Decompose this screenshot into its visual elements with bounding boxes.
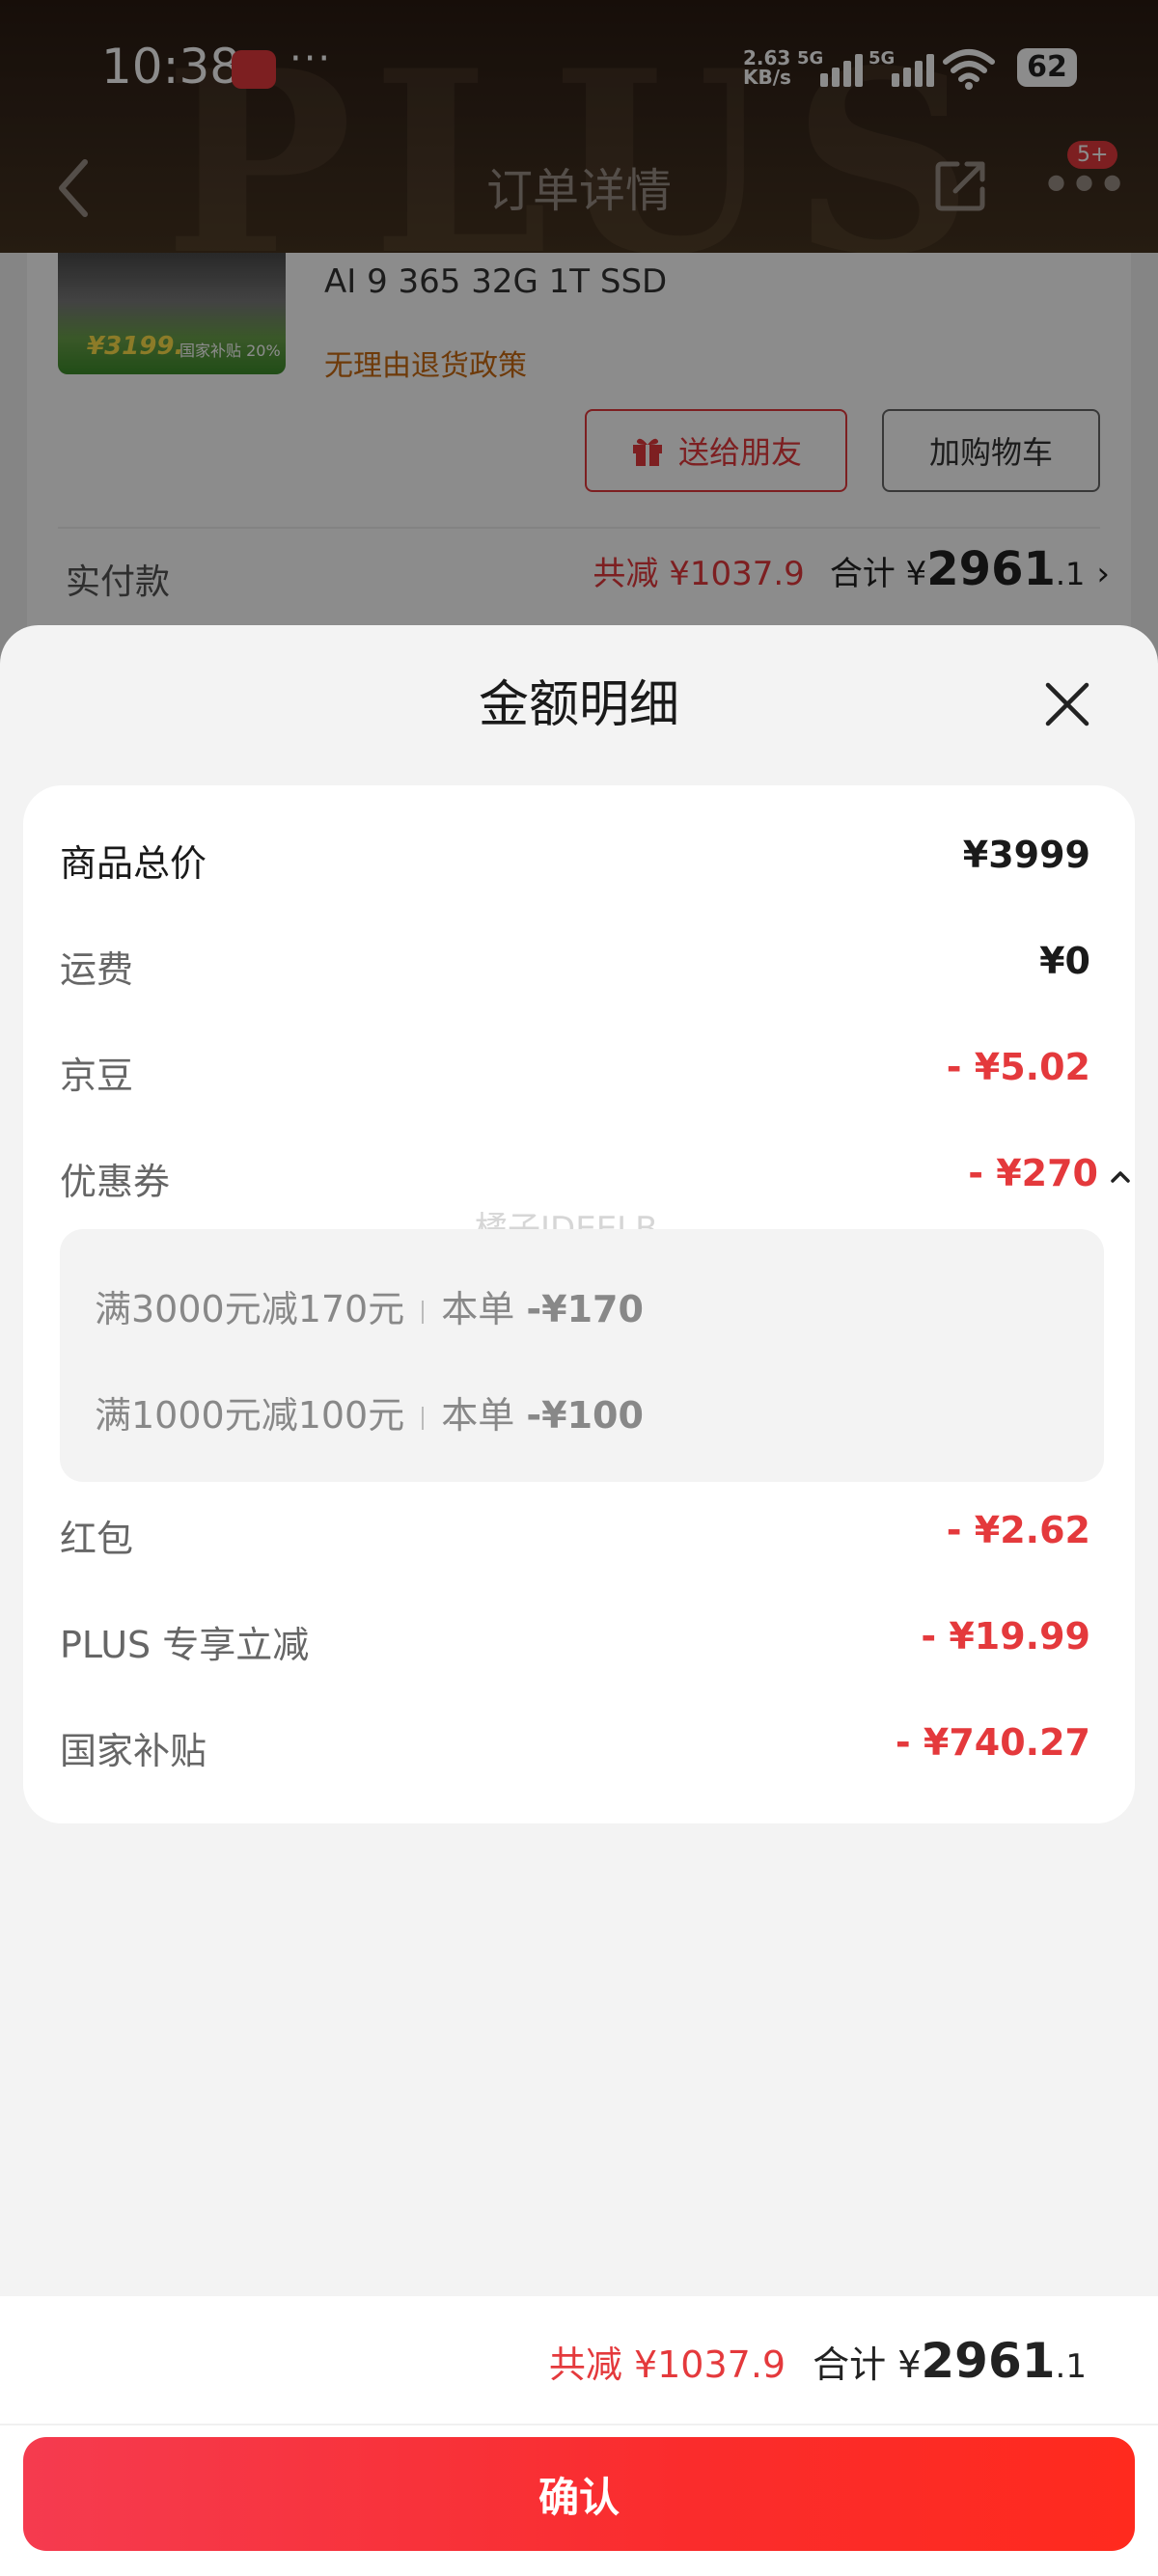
coupon-scope: 本单 — [441, 1288, 515, 1330]
row-red-packet: 红包 - ¥2.62 — [60, 1509, 1090, 1576]
row-label: 国家补贴 — [60, 1730, 207, 1772]
row-label: PLUS 专享立减 — [60, 1624, 310, 1666]
coupon-rule: 满3000元减170元 — [95, 1288, 405, 1330]
row-value: - ¥5.02 — [946, 1046, 1090, 1088]
coupon-item: 满3000元减170元 本单 -¥170 — [95, 1279, 644, 1332]
separator — [422, 1406, 425, 1430]
row-label: 商品总价 — [60, 842, 207, 885]
sheet-title: 金额明细 — [478, 676, 679, 734]
order-detail-page: PLUS 10:38 ··· 2.63 KB/s 5G 5G 62 订单详情 •… — [0, 0, 1158, 675]
row-jingdou: 京豆 - ¥5.02 — [60, 1046, 1090, 1113]
row-label: 京豆 — [60, 1055, 134, 1097]
row-plus-discount: PLUS 专享立减 - ¥19.99 — [60, 1615, 1090, 1683]
coupon-item: 满1000元减100元 本单 -¥100 — [95, 1385, 644, 1439]
footer-bar: 共减 ¥1037.9 合计 ¥ 2961 .1 确认 — [0, 2296, 1158, 2576]
dim-overlay[interactable] — [0, 0, 1158, 675]
row-value: - ¥2.62 — [946, 1509, 1090, 1551]
row-value: - ¥19.99 — [921, 1615, 1090, 1658]
row-value: - ¥270 — [968, 1152, 1098, 1194]
coupon-detail-box: 满3000元减170元 本单 -¥170 满1000元减100元 本单 -¥100 — [60, 1229, 1104, 1482]
coupon-scope: 本单 — [441, 1394, 515, 1437]
footer-summary: 共减 ¥1037.9 合计 ¥ 2961 .1 — [549, 2333, 1087, 2389]
divider — [0, 2424, 1158, 2425]
confirm-button[interactable]: 确认 — [23, 2437, 1135, 2551]
row-national-subsidy: 国家补贴 - ¥740.27 — [60, 1721, 1090, 1789]
row-label: 红包 — [60, 1518, 134, 1560]
row-value-wrap: - ¥270 — [968, 1152, 1131, 1194]
row-label: 优惠券 — [60, 1161, 171, 1203]
amount-detail-card: 商品总价 ¥3999 运费 ¥0 京豆 - ¥5.02 优惠券 - ¥270 橘… — [23, 785, 1135, 1823]
footer-total-small: .1 — [1055, 2347, 1087, 2386]
coupon-rule: 满1000元减100元 — [95, 1394, 405, 1437]
coupon-amount: -¥170 — [526, 1288, 644, 1330]
row-shipping: 运费 ¥0 — [60, 940, 1090, 1007]
separator — [422, 1300, 425, 1324]
row-label: 运费 — [60, 948, 134, 991]
footer-total-label: 合计 ¥ — [813, 2343, 922, 2386]
row-value: ¥0 — [1039, 940, 1090, 982]
footer-total-saved: 共减 ¥1037.9 — [548, 2343, 786, 2386]
row-goods-total: 商品总价 ¥3999 — [60, 834, 1090, 901]
footer-total-big: 2961 — [921, 2333, 1056, 2389]
row-value: - ¥740.27 — [895, 1721, 1090, 1764]
chevron-up-icon[interactable] — [1110, 1169, 1131, 1183]
coupon-amount: -¥100 — [526, 1394, 644, 1437]
row-value: ¥3999 — [962, 834, 1090, 876]
close-icon[interactable] — [1042, 679, 1092, 729]
amount-detail-sheet: 金额明细 商品总价 ¥3999 运费 ¥0 京豆 - ¥5.02 优惠券 - ¥… — [0, 625, 1158, 2576]
